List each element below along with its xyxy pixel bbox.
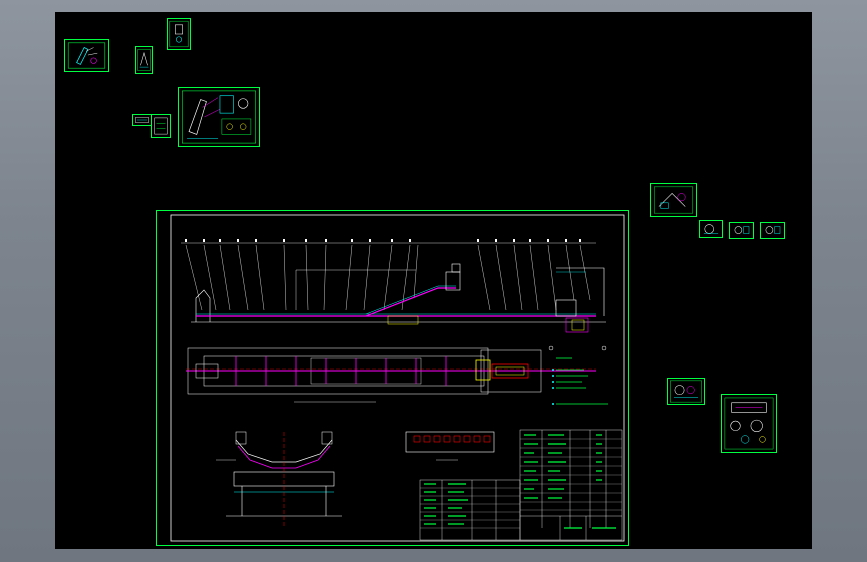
drawing-sheet-thumbnail[interactable] [167,18,191,50]
sheet-sketch-icon [137,49,151,71]
drawing-sheet-thumbnail[interactable] [721,394,777,453]
drawing-sheet-thumbnail[interactable] [178,87,260,147]
conveyor-elevation [191,263,607,351]
parts-detail-table [405,431,495,461]
idler-cross-section [216,431,342,528]
leader-lines [181,242,596,311]
drawing-sheet-thumbnail[interactable] [64,39,109,72]
drawing-sheet-thumbnail[interactable] [151,114,171,138]
sheet-sketch-icon [181,90,257,144]
sheet-sketch-icon [653,186,694,214]
conveyor-drawing-canvas [156,210,629,546]
drawing-sheet-thumbnail[interactable] [760,222,785,239]
drawing-sheet-thumbnail[interactable] [729,222,754,239]
sheet-sketch-icon [135,117,149,123]
cad-model-space[interactable] [55,12,812,549]
drawing-sheet-thumbnail[interactable] [135,46,153,74]
sheet-sketch-icon [734,226,750,234]
sheet-sketch-icon [169,20,189,48]
conveyor-plan-view [186,347,596,403]
window-title [0,0,1,1]
main-conveyor-drawing[interactable] [156,210,629,546]
sheet-sketch-icon [724,397,774,450]
sheet-sketch-icon [670,380,702,403]
balloon-ticks [185,239,581,242]
drawing-sheet-thumbnail[interactable] [699,220,723,238]
sheet-sketch-icon [765,226,781,234]
sheet-sketch-icon [703,224,719,234]
sheet-sketch-icon [67,42,106,69]
drawing-sheet-thumbnail[interactable] [667,378,705,405]
sheet-sketch-icon [154,117,168,135]
drawing-sheet-thumbnail[interactable] [132,114,152,126]
drawing-sheet-thumbnail[interactable] [650,183,697,217]
notes-block [552,357,608,405]
